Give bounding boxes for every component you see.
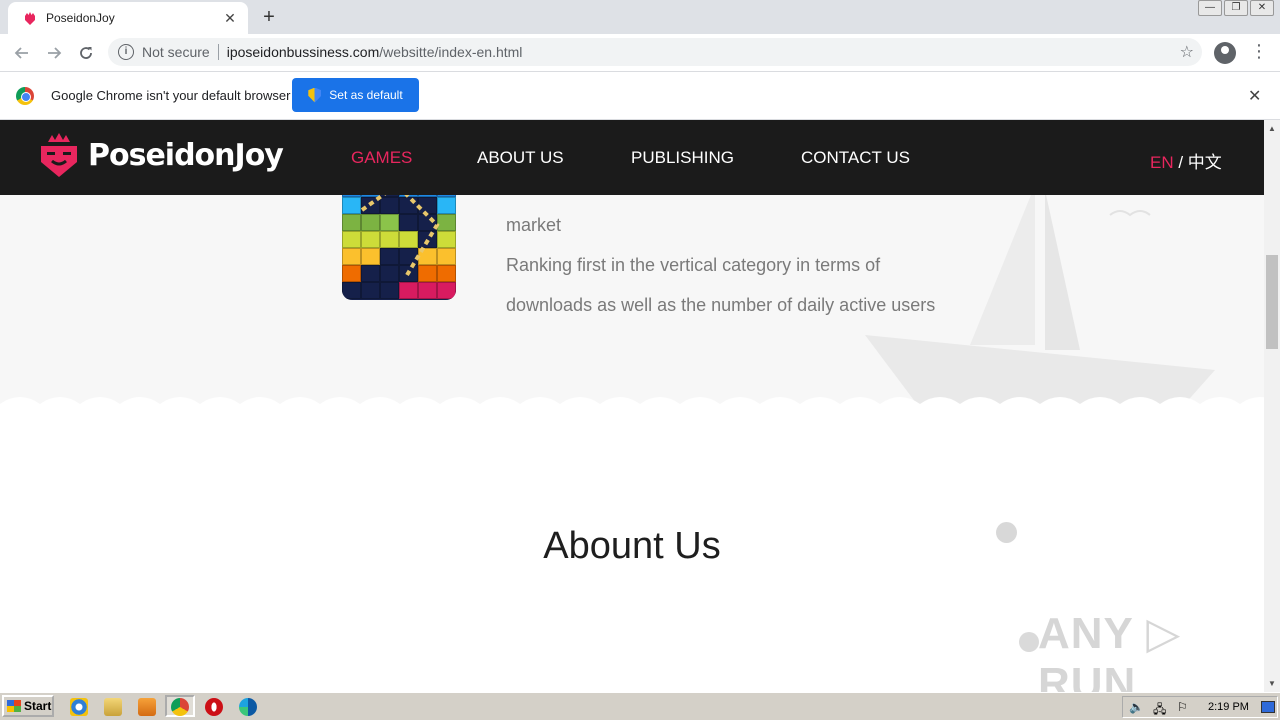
volume-icon[interactable]: 🔈 xyxy=(1129,700,1144,714)
internet-explorer-icon[interactable] xyxy=(70,698,88,716)
opera-icon[interactable] xyxy=(205,698,223,716)
anyrun-watermark: ANY ▷ RUN xyxy=(1038,609,1182,692)
flag-icon[interactable]: ⚐ xyxy=(1177,700,1188,714)
nav-contact-us[interactable]: CONTACT US xyxy=(801,148,910,168)
lang-separator: / xyxy=(1173,153,1188,172)
new-tab-button[interactable]: + xyxy=(258,6,280,28)
windows-logo-icon xyxy=(7,700,21,712)
infobar-close-icon[interactable]: ✕ xyxy=(1248,86,1261,106)
menu-dots-icon[interactable]: ⋮ xyxy=(1250,41,1268,62)
show-desktop-icon[interactable] xyxy=(1261,701,1275,713)
set-as-default-button[interactable]: Set as default xyxy=(292,78,419,112)
scroll-up-icon[interactable]: ▲ xyxy=(1268,124,1276,133)
game-description: market Ranking first in the vertical cat… xyxy=(506,205,1026,325)
game-app-icon[interactable] xyxy=(342,180,456,300)
default-browser-infobar: Google Chrome isn't your default browser… xyxy=(0,72,1280,120)
nav-publishing[interactable]: PUBLISHING xyxy=(631,148,734,168)
back-arrow-icon[interactable] xyxy=(6,37,38,69)
wave-divider xyxy=(0,397,1264,420)
game-text-line: downloads as well as the number of daily… xyxy=(506,295,936,315)
page-viewport: 1 market Ranking first in the vertical c… xyxy=(0,120,1264,692)
shield-icon xyxy=(308,87,322,103)
scroll-down-icon[interactable]: ▼ xyxy=(1268,679,1276,688)
poseidonjoy-logo[interactable]: PoseidonJoy xyxy=(38,132,284,178)
bookmark-star-icon[interactable]: ☆ xyxy=(1180,42,1194,62)
set-as-default-label: Set as default xyxy=(329,88,403,102)
about-us-heading: Abount Us xyxy=(543,525,721,567)
info-icon[interactable]: i xyxy=(118,44,134,60)
url-host: iposeidonbussiness.com xyxy=(226,44,380,60)
close-window-button[interactable]: ✕ xyxy=(1250,0,1274,16)
system-tray: 🔈 🖧 ⚐ xyxy=(1122,696,1278,718)
game-text-line: Ranking first in the vertical category i… xyxy=(506,255,881,275)
poseidonjoy-favicon-icon xyxy=(25,12,35,25)
window-controls: — ❐ ✕ xyxy=(1198,0,1274,16)
media-player-icon[interactable] xyxy=(138,698,156,716)
file-explorer-icon[interactable] xyxy=(104,698,122,716)
lang-zh[interactable]: 中文 xyxy=(1188,153,1222,172)
reload-icon[interactable] xyxy=(70,37,102,69)
site-header: PoseidonJoy GAMES ABOUT US PUBLISHING CO… xyxy=(0,120,1264,195)
tab-poseidonjoy[interactable]: PoseidonJoy ✕ xyxy=(8,2,248,34)
tab-close-icon[interactable]: ✕ xyxy=(222,10,238,27)
tab-strip: PoseidonJoy ✕ + — ❐ ✕ xyxy=(0,0,1280,34)
windows-taskbar: Start 🔈 🖧 ⚐ 2:19 PM xyxy=(0,692,1280,720)
restore-button[interactable]: ❐ xyxy=(1224,0,1248,16)
chrome-logo-icon xyxy=(16,87,34,105)
minimize-button[interactable]: — xyxy=(1198,0,1222,16)
language-switcher: EN / 中文 xyxy=(1150,148,1222,173)
forward-arrow-icon[interactable] xyxy=(38,37,70,69)
poseidon-face-icon xyxy=(41,133,77,177)
infobar-message: Google Chrome isn't your default browser xyxy=(51,88,291,103)
decorative-dot xyxy=(1019,632,1039,652)
divider xyxy=(217,44,219,60)
start-button[interactable]: Start xyxy=(2,695,54,717)
browser-toolbar: i Not secure iposeidonbussiness.com/webs… xyxy=(0,34,1280,72)
tab-title: PoseidonJoy xyxy=(46,11,115,25)
nav-about-us[interactable]: ABOUT US xyxy=(477,148,564,168)
nav-games[interactable]: GAMES xyxy=(351,148,412,168)
scroll-thumb[interactable] xyxy=(1266,255,1278,349)
page-scrollbar[interactable]: ▲ ▼ xyxy=(1264,120,1280,692)
account-icon[interactable] xyxy=(1214,42,1236,64)
security-label: Not secure xyxy=(142,44,210,60)
lang-en[interactable]: EN xyxy=(1150,153,1174,172)
edge-icon[interactable] xyxy=(239,698,257,716)
brand-name: PoseidonJoy xyxy=(88,137,284,173)
network-icon[interactable]: 🖧 xyxy=(1153,700,1166,721)
start-label: Start xyxy=(24,699,52,713)
chrome-taskbar-icon[interactable] xyxy=(171,698,189,716)
taskbar-clock: 2:19 PM xyxy=(1208,701,1249,713)
game-text-line: market xyxy=(506,215,562,235)
ball-path-icon xyxy=(360,182,440,277)
url-path: /websitte/index-en.html xyxy=(379,44,523,60)
address-bar[interactable]: i Not secure iposeidonbussiness.com/webs… xyxy=(108,38,1202,66)
